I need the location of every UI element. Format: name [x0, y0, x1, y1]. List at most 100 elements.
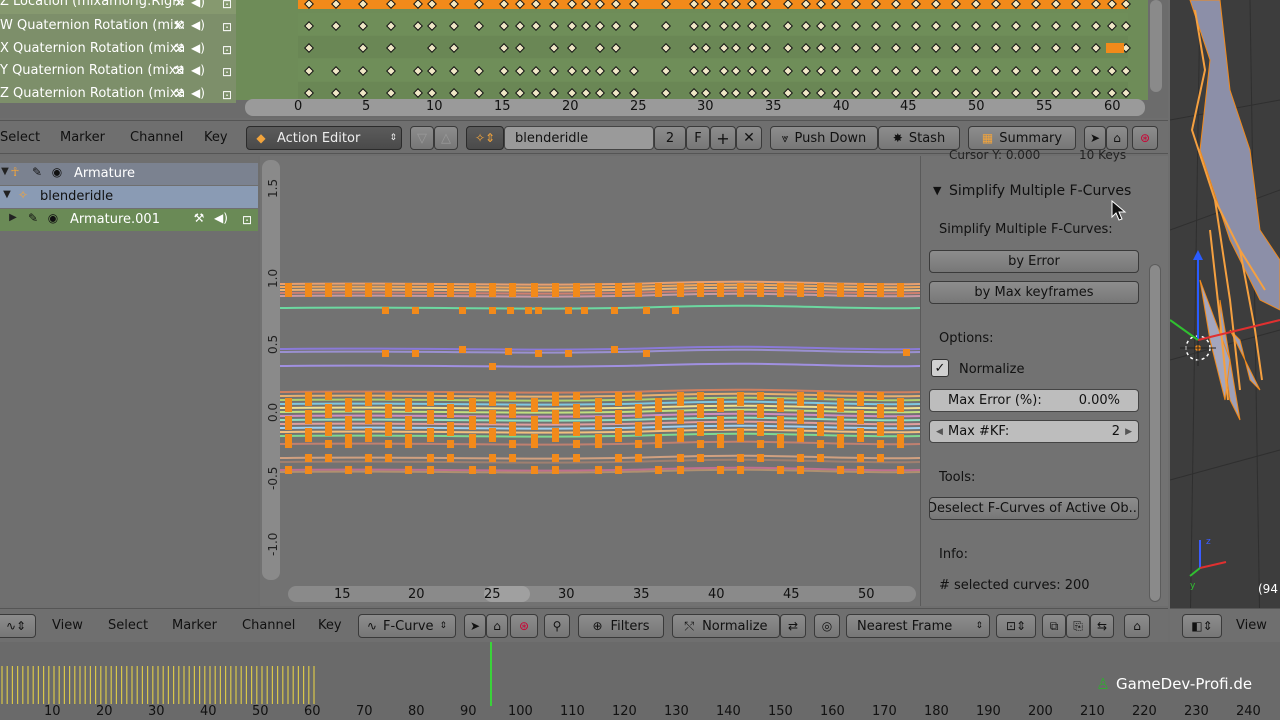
keyframe-point[interactable] — [427, 398, 434, 406]
keyframe-point[interactable] — [643, 350, 650, 357]
keyframe-point[interactable] — [573, 454, 580, 462]
keyframe-point[interactable] — [615, 416, 622, 424]
keyframe-point[interactable] — [635, 289, 642, 297]
keyframe-point[interactable] — [797, 416, 804, 424]
unlink-action-button[interactable]: ✕ — [736, 126, 762, 150]
speaker-icon[interactable]: ◀) — [190, 17, 206, 33]
keyframe-point[interactable] — [535, 350, 542, 357]
keyframe-point[interactable] — [469, 466, 476, 474]
keyframe-point[interactable] — [672, 307, 679, 314]
keyframe-point[interactable] — [552, 434, 559, 442]
lock-icon[interactable]: ⊡ — [220, 65, 234, 79]
keyframe-point[interactable] — [489, 454, 496, 462]
channel-row-action[interactable]: ▼ ✧ blenderidle — [0, 186, 258, 208]
fcurve-canvas[interactable] — [280, 156, 920, 584]
keyframe-point[interactable] — [365, 416, 372, 424]
keyframe-point[interactable] — [797, 434, 804, 442]
fcurve[interactable] — [280, 362, 920, 368]
keyframe-point[interactable] — [615, 398, 622, 406]
keyframe-point[interactable] — [817, 392, 824, 400]
keyframe-point[interactable] — [757, 454, 764, 462]
keyframe-point[interactable] — [615, 454, 622, 462]
keyframe-point[interactable] — [535, 307, 542, 314]
keyframe-point[interactable] — [489, 434, 496, 442]
filters-button[interactable]: ⊕ Filters — [578, 614, 664, 638]
keyframe-point[interactable] — [285, 289, 292, 297]
stash-button[interactable]: ✸ Stash — [878, 126, 960, 150]
keyframe-point[interactable] — [857, 466, 864, 474]
keyframe-point[interactable] — [655, 466, 662, 474]
keyframe-point[interactable] — [757, 392, 764, 400]
collapse-icon[interactable]: ▶ — [8, 212, 18, 223]
keyframe-point[interactable] — [797, 398, 804, 406]
push-down-button[interactable]: ⩔ Push Down — [770, 126, 878, 150]
graph-editor[interactable]: 1.5 1.0 0.5 0.0 -0.5 -1.0 15 20 25 30 35… — [260, 156, 920, 606]
keyframe-point[interactable] — [507, 307, 514, 314]
deselect-fcurves-button[interactable]: Deselect F-Curves of Active Ob... — [929, 497, 1139, 520]
keyframe-point[interactable] — [697, 440, 704, 448]
keyframe-point[interactable] — [285, 422, 292, 430]
keyframe-point[interactable] — [717, 289, 724, 297]
speaker-icon[interactable]: ◀) — [212, 211, 230, 225]
keyframe-point[interactable] — [531, 440, 538, 448]
keyframe-point[interactable] — [552, 289, 559, 297]
keyframe-point[interactable] — [777, 422, 784, 430]
keyframe-point[interactable] — [552, 416, 559, 424]
keyframe-point[interactable] — [817, 454, 824, 462]
keyframe-point[interactable] — [817, 289, 824, 297]
keyframe-point[interactable] — [531, 466, 538, 474]
summary-toggle[interactable]: ▦ Summary — [968, 126, 1076, 150]
keyframe-point[interactable] — [382, 307, 389, 314]
keyframe-point[interactable] — [325, 392, 332, 400]
lock-icon[interactable]: ⊡ — [220, 43, 234, 57]
keyframe-point[interactable] — [509, 289, 516, 297]
wrench-icon[interactable]: ⚒ — [172, 17, 186, 33]
keyframe-point[interactable] — [573, 392, 580, 400]
keyframe-point[interactable] — [285, 440, 292, 448]
menu-view[interactable]: View — [52, 618, 83, 633]
keyframe-point[interactable] — [857, 416, 864, 424]
keyframe-point[interactable] — [405, 422, 412, 430]
keyframe-point[interactable] — [427, 416, 434, 424]
keyframe-point[interactable] — [489, 307, 496, 314]
keyframe-point[interactable] — [469, 422, 476, 430]
keyframe-point[interactable] — [595, 466, 602, 474]
channel-row-armature[interactable]: ▼ ☥ ✎ ◉ Armature — [0, 163, 258, 185]
menu-key[interactable]: Key — [204, 130, 228, 145]
only-selected-button[interactable]: ➤ — [464, 614, 486, 638]
keyframe-point[interactable] — [837, 289, 844, 297]
menu-select[interactable]: Select — [0, 130, 40, 145]
keyframe-point[interactable] — [595, 289, 602, 297]
copy-keys-button[interactable]: ⧉ — [1042, 614, 1066, 638]
keyframe-point[interactable] — [655, 404, 662, 412]
keyframe-point[interactable] — [427, 289, 434, 297]
menu-select[interactable]: Select — [108, 618, 148, 633]
max-kf-field[interactable]: ◀ Max #KF: 2 ▶ — [929, 420, 1139, 443]
wrench-icon[interactable]: ⚒ — [172, 62, 186, 78]
keyframe-point[interactable] — [489, 398, 496, 406]
speaker-icon[interactable]: ◀) — [190, 62, 206, 78]
keyframe-point[interactable] — [447, 392, 454, 400]
keyframe-point[interactable] — [877, 289, 884, 297]
keyframe-point[interactable] — [897, 422, 904, 430]
keyframe-point[interactable] — [615, 466, 622, 474]
keyframe-point[interactable] — [552, 466, 559, 474]
keyframe-point[interactable] — [677, 289, 684, 297]
keyframe-point[interactable] — [345, 404, 352, 412]
speaker-icon[interactable]: ◀) — [190, 40, 206, 56]
keyframe-point[interactable] — [877, 454, 884, 462]
vertical-scale[interactable] — [262, 160, 280, 580]
keyframe-point[interactable] — [385, 440, 392, 448]
keyframe-point[interactable] — [573, 428, 580, 436]
keyframe-point[interactable] — [469, 440, 476, 448]
show-errors-button[interactable]: ⊛ — [1132, 126, 1158, 150]
keyframe-point[interactable] — [405, 440, 412, 448]
keyframe-point[interactable] — [285, 466, 292, 474]
decrement-arrow-icon[interactable]: ◀ — [936, 427, 943, 437]
keyframe-point[interactable] — [447, 410, 454, 418]
mode-dropdown[interactable]: ◆ Action Editor ⇕ — [246, 126, 402, 150]
keyframe-point[interactable] — [305, 416, 312, 424]
proportional-edit-button[interactable]: ◎ — [814, 614, 840, 638]
keyframe-point[interactable] — [405, 289, 412, 297]
keyframe-point[interactable] — [697, 454, 704, 462]
